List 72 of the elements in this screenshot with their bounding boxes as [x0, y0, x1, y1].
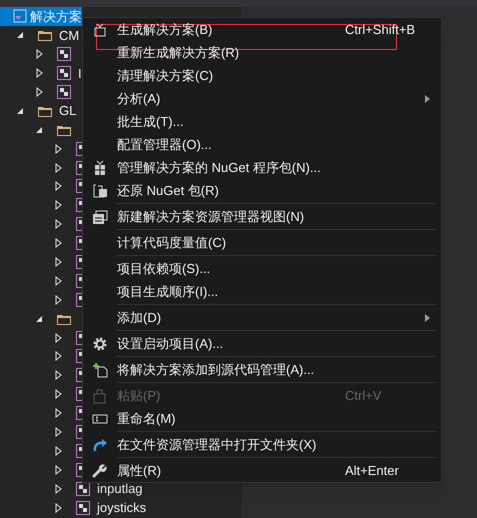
menu-item[interactable]: 在文件资源管理器中打开文件夹(X)	[83, 433, 441, 456]
collapsed-arrow-icon[interactable]	[54, 294, 62, 305]
expanded-arrow-icon[interactable]	[35, 314, 43, 323]
menu-item[interactable]: 还原 NuGet 包(R)	[83, 179, 441, 202]
menu-item[interactable]: 管理解决方案的 NuGet 程序包(N)...	[83, 156, 441, 179]
project-icon	[56, 84, 72, 100]
menu-item[interactable]: 新建解决方案资源管理器视图(N)	[83, 205, 441, 228]
expanded-arrow-icon[interactable]	[35, 126, 43, 134]
collapsed-arrow-icon[interactable]	[54, 162, 62, 173]
tree-item[interactable]: inputlag	[0, 479, 143, 498]
submenu-arrow-icon	[425, 94, 430, 102]
build-icon	[92, 22, 108, 38]
tree-item-label: joysticks	[97, 501, 146, 514]
tree-item[interactable]: joysticks	[0, 498, 146, 518]
menu-item[interactable]: 批生成(T)...	[83, 110, 441, 133]
menu-item[interactable]: 项目生成顺序(I)...	[83, 280, 441, 303]
shortcut-text: Alt+Enter	[345, 462, 400, 480]
tree-item[interactable]: GL	[0, 101, 76, 120]
expanded-arrow-icon[interactable]	[16, 106, 24, 115]
submenu-arrow-icon	[425, 314, 430, 322]
collapsed-arrow-icon[interactable]	[54, 446, 62, 456]
menu-item[interactable]: 配置管理器(O)...	[83, 133, 441, 156]
collapsed-arrow-icon[interactable]	[54, 257, 62, 268]
collapsed-arrow-icon[interactable]	[36, 87, 42, 97]
shortcut-text: Ctrl+V	[345, 386, 382, 405]
collapsed-arrow-icon[interactable]	[54, 276, 62, 286]
menu-item[interactable]: 将解决方案添加到源代码管理(A)...	[83, 358, 441, 381]
menu-item[interactable]: 分析(A)	[83, 87, 441, 110]
collapsed-arrow-icon[interactable]	[54, 200, 62, 210]
collapsed-arrow-icon[interactable]	[54, 181, 62, 192]
expanded-arrow-icon[interactable]	[16, 31, 24, 40]
collapsed-arrow-icon[interactable]	[54, 351, 62, 362]
collapsed-arrow-icon[interactable]	[54, 484, 62, 494]
collapsed-arrow-icon[interactable]	[54, 144, 62, 154]
tree-item-label: inputlag	[97, 482, 143, 496]
tree-item[interactable]: 解决方案	[0, 7, 82, 26]
tree-item-label: I	[78, 66, 82, 80]
tree-item-label: 解决方案	[30, 10, 82, 23]
menu-item[interactable]: 项目依赖项(S)...	[83, 257, 441, 280]
redo-arrow-icon	[92, 436, 108, 452]
collapsed-arrow-icon[interactable]	[54, 332, 62, 343]
solution-icon	[12, 8, 28, 24]
collapsed-arrow-icon[interactable]	[54, 427, 62, 438]
menu-item[interactable]: 计算代码度量值(C)	[83, 231, 441, 254]
collapsed-arrow-icon[interactable]	[54, 389, 62, 400]
collapsed-arrow-icon[interactable]	[54, 408, 62, 418]
menu-item[interactable]: 重命名(M)	[83, 407, 441, 430]
window-icon	[92, 208, 108, 224]
collapsed-arrow-icon[interactable]	[54, 219, 62, 230]
tree-item-label: GL	[59, 104, 76, 118]
project-icon	[56, 65, 72, 82]
add-file-icon	[92, 362, 108, 378]
package-icon	[92, 160, 108, 176]
folder-icon	[37, 28, 53, 42]
collapsed-arrow-icon[interactable]	[36, 68, 42, 78]
project-icon	[56, 46, 72, 62]
paste-icon	[92, 388, 108, 404]
tree-item-label: CM	[59, 28, 80, 42]
wrench-icon	[92, 462, 108, 478]
tree-item[interactable]: I	[0, 64, 82, 83]
gear-icon	[92, 336, 108, 352]
collapsed-arrow-icon[interactable]	[54, 370, 62, 380]
collapsed-arrow-icon[interactable]	[54, 238, 62, 248]
collapsed-arrow-icon[interactable]	[36, 49, 42, 60]
collapsed-arrow-icon[interactable]	[54, 464, 62, 475]
tree-item[interactable]: CM	[0, 26, 80, 45]
restore-icon	[92, 182, 108, 198]
menu-item[interactable]: 添加(D)	[83, 306, 441, 329]
menu-item[interactable]: 设置启动项目(A)...	[83, 332, 441, 355]
menu-item[interactable]: 清理解决方案(C)	[83, 64, 441, 87]
collapsed-arrow-icon[interactable]	[54, 502, 62, 513]
menu-item[interactable]: 属性(R) Alt+Enter	[83, 459, 441, 482]
